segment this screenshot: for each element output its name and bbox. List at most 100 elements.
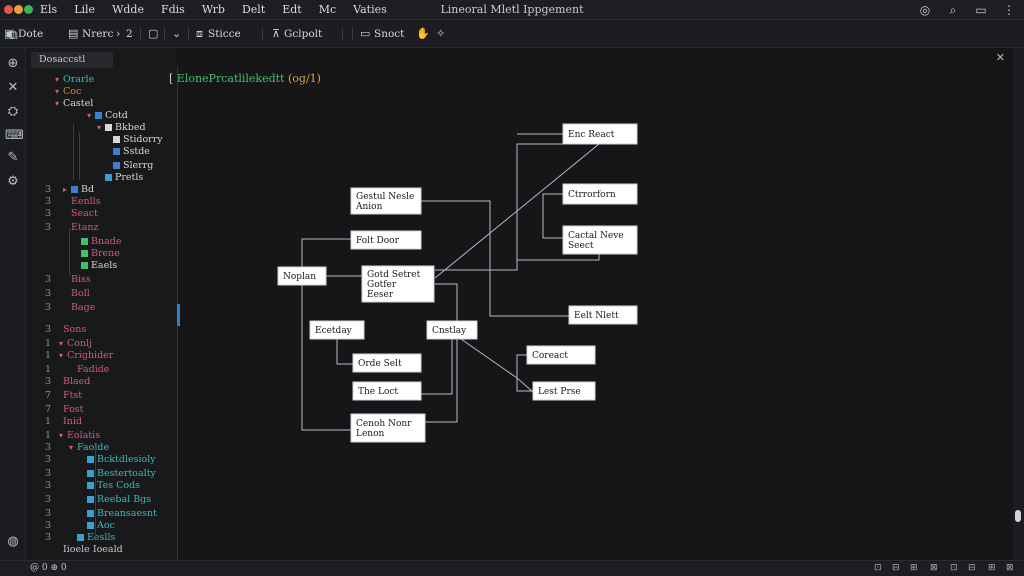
tree-item[interactable]: Brene (27, 248, 120, 260)
tree-item[interactable]: Bnade (27, 236, 121, 248)
diagram-node[interactable]: Cnstlay (426, 320, 478, 340)
chevron-down-icon[interactable]: ▾ (55, 86, 63, 98)
toolbar-label[interactable]: Dote (18, 28, 43, 40)
chevron-down-icon[interactable]: ⌄ (172, 27, 181, 40)
tree-item[interactable]: ▾ Castel (27, 98, 93, 110)
tree-item[interactable]: 3 ▸ Bd (27, 184, 94, 196)
chevron-down-icon[interactable]: ▾ (55, 98, 63, 110)
diagram-node[interactable]: Enc React (562, 123, 638, 145)
tree-item[interactable]: Eaels (27, 260, 117, 272)
tree-item[interactable]: 1 ▾ Crighider (27, 350, 113, 362)
box-icon[interactable]: ⧈ (196, 27, 203, 40)
account-icon[interactable]: ◍ (5, 534, 21, 550)
tree-item[interactable]: 1 ▾ Eolatis (27, 430, 100, 442)
chevron-down-icon[interactable]: ▾ (97, 122, 105, 134)
diagram-node[interactable]: Eelt Nlett (568, 305, 638, 325)
more-icon[interactable]: ⋮ (1002, 3, 1016, 17)
tree-item[interactable]: 3 Boll (27, 288, 90, 300)
chevron-down-icon[interactable]: ▸ (63, 184, 71, 196)
status-icon-6[interactable]: ⊟ (968, 563, 976, 573)
tree-item[interactable]: Pretls (27, 172, 143, 184)
status-icon-7[interactable]: ⊞ (988, 563, 996, 573)
status-icon-1[interactable]: ⊡ (874, 563, 882, 573)
diagram-node[interactable]: Coreact (526, 345, 596, 365)
diagram-node[interactable]: Orde Selt (352, 353, 422, 373)
toolbar-label[interactable]: Snoct (374, 28, 404, 40)
tree-item[interactable]: Stidorry (27, 134, 163, 146)
search-icon[interactable]: ⌕ (946, 3, 960, 17)
chevron-down-icon[interactable]: ▾ (59, 430, 67, 442)
diagram-node[interactable]: Lest Prse (532, 381, 596, 401)
chevron-down-icon[interactable]: ▾ (69, 442, 77, 454)
diagram-node[interactable]: Gotd SetretGotferEeser (361, 265, 435, 303)
tree-item[interactable]: 3 ▾ Faolde (27, 442, 109, 454)
diagram-node[interactable]: Ctrrorforn (562, 183, 638, 205)
tree-item[interactable]: 1 ▾ Conlj (27, 338, 92, 350)
status-problems[interactable]: @ 0 ⊕ 0 (30, 563, 67, 573)
status-icon-2[interactable]: ⊟ (892, 563, 900, 573)
tree-item[interactable]: 3 Seact (27, 208, 98, 220)
pin-icon[interactable]: ⊼ (272, 27, 280, 40)
tree-item[interactable]: ▾ Coc (27, 86, 81, 98)
tree-item[interactable]: 3 Aoc (27, 520, 115, 532)
tree-item[interactable]: 3 Reebal Bgs (27, 494, 151, 506)
chevron-down-icon[interactable]: ▾ (59, 338, 67, 350)
sidebar-tab[interactable]: Dosaccstl (31, 52, 113, 68)
tree-item[interactable]: 7 Fost (27, 404, 84, 416)
diagram-node[interactable]: Cenoh NonrLenon (350, 413, 426, 443)
toolbar-label[interactable]: Sticce (208, 28, 241, 40)
diagram-node[interactable]: Noplan (277, 266, 327, 286)
diagram-node[interactable]: Folt Door (350, 230, 422, 250)
tree-item[interactable]: 3 Eenlls (27, 196, 101, 208)
target-icon[interactable]: ◎ (918, 3, 932, 17)
magic-wand-icon[interactable]: ✧ (436, 27, 445, 40)
diagram-node[interactable]: Ecetday (309, 320, 365, 340)
tree-item[interactable]: ▾ Cotd (27, 110, 128, 122)
bell-icon[interactable]: ⊠ (1006, 563, 1014, 573)
tree-item[interactable]: ▾ Orarle (27, 74, 94, 86)
tree-item[interactable]: 3 Breansaesnt (27, 508, 157, 520)
tree-item[interactable]: 3 Bage (27, 302, 95, 314)
toolbar-label[interactable]: Gclpolt (284, 28, 322, 40)
source-control-icon[interactable]: ⊕ (5, 56, 21, 72)
monitor-icon[interactable]: ▭ (360, 27, 370, 40)
status-icon-4[interactable]: ⊠ (930, 563, 938, 573)
square-icon[interactable]: ▢ (148, 27, 158, 40)
debug-icon[interactable]: ⛭ (5, 104, 21, 120)
tree-item[interactable]: 3 Etanz (27, 222, 99, 234)
status-icon-5[interactable]: ⊡ (950, 563, 958, 573)
gamepad-icon[interactable]: ⌨ (5, 128, 24, 144)
settings-icon[interactable]: ⚙ (5, 174, 21, 190)
tree-item[interactable]: 1 Fadide (27, 364, 109, 376)
chevron-down-icon[interactable]: ▾ (59, 350, 67, 362)
explorer-icon[interactable]: ⧉ (5, 28, 21, 44)
diagram-node[interactable]: The Loct (352, 381, 422, 401)
pointer-icon[interactable]: ✋ (416, 27, 430, 40)
tree-item[interactable]: 3 Blaed (27, 376, 90, 388)
tree-item[interactable]: Iioele Ioeald (27, 544, 123, 556)
chevron-right-icon[interactable]: › (116, 27, 120, 40)
toolbar-label[interactable]: 2 (126, 28, 133, 40)
layout-icon[interactable]: ▭ (974, 3, 988, 17)
tree-item[interactable]: Sstde (27, 146, 150, 158)
pen-icon[interactable]: ✎ (5, 150, 21, 166)
tree-item[interactable]: 3 Sons (27, 324, 86, 336)
tools-icon[interactable]: ✕ (5, 80, 21, 96)
tree-item[interactable]: 3 Biss (27, 274, 91, 286)
scrollbar-thumb[interactable] (1015, 510, 1021, 522)
tree-item[interactable]: 3 Tes Cods (27, 480, 140, 492)
toolbar-label[interactable]: Nrerc (82, 28, 113, 40)
status-icon-3[interactable]: ⊞ (910, 563, 918, 573)
chevron-down-icon[interactable]: ▾ (55, 74, 63, 86)
vertical-scrollbar[interactable] (1013, 48, 1024, 560)
editor-area[interactable]: ✕ [ ElonePrcatlilekedtt (og/1) Enc React… (169, 48, 1013, 560)
chevron-down-icon[interactable]: ▾ (87, 110, 95, 122)
tree-item[interactable]: 3 Eeslls (27, 532, 115, 544)
tree-item[interactable]: 1 Inid (27, 416, 82, 428)
document-icon[interactable]: ▤ (68, 27, 78, 40)
tree-item[interactable]: 7 Ftst (27, 390, 82, 402)
tree-item[interactable]: 3 Bestertoalty (27, 468, 156, 480)
tree-item[interactable]: Slerrg (27, 160, 153, 172)
tree-item[interactable]: ▾ Bkbed (27, 122, 146, 134)
tree-item[interactable]: 3 Bcktdlesioly (27, 454, 156, 466)
